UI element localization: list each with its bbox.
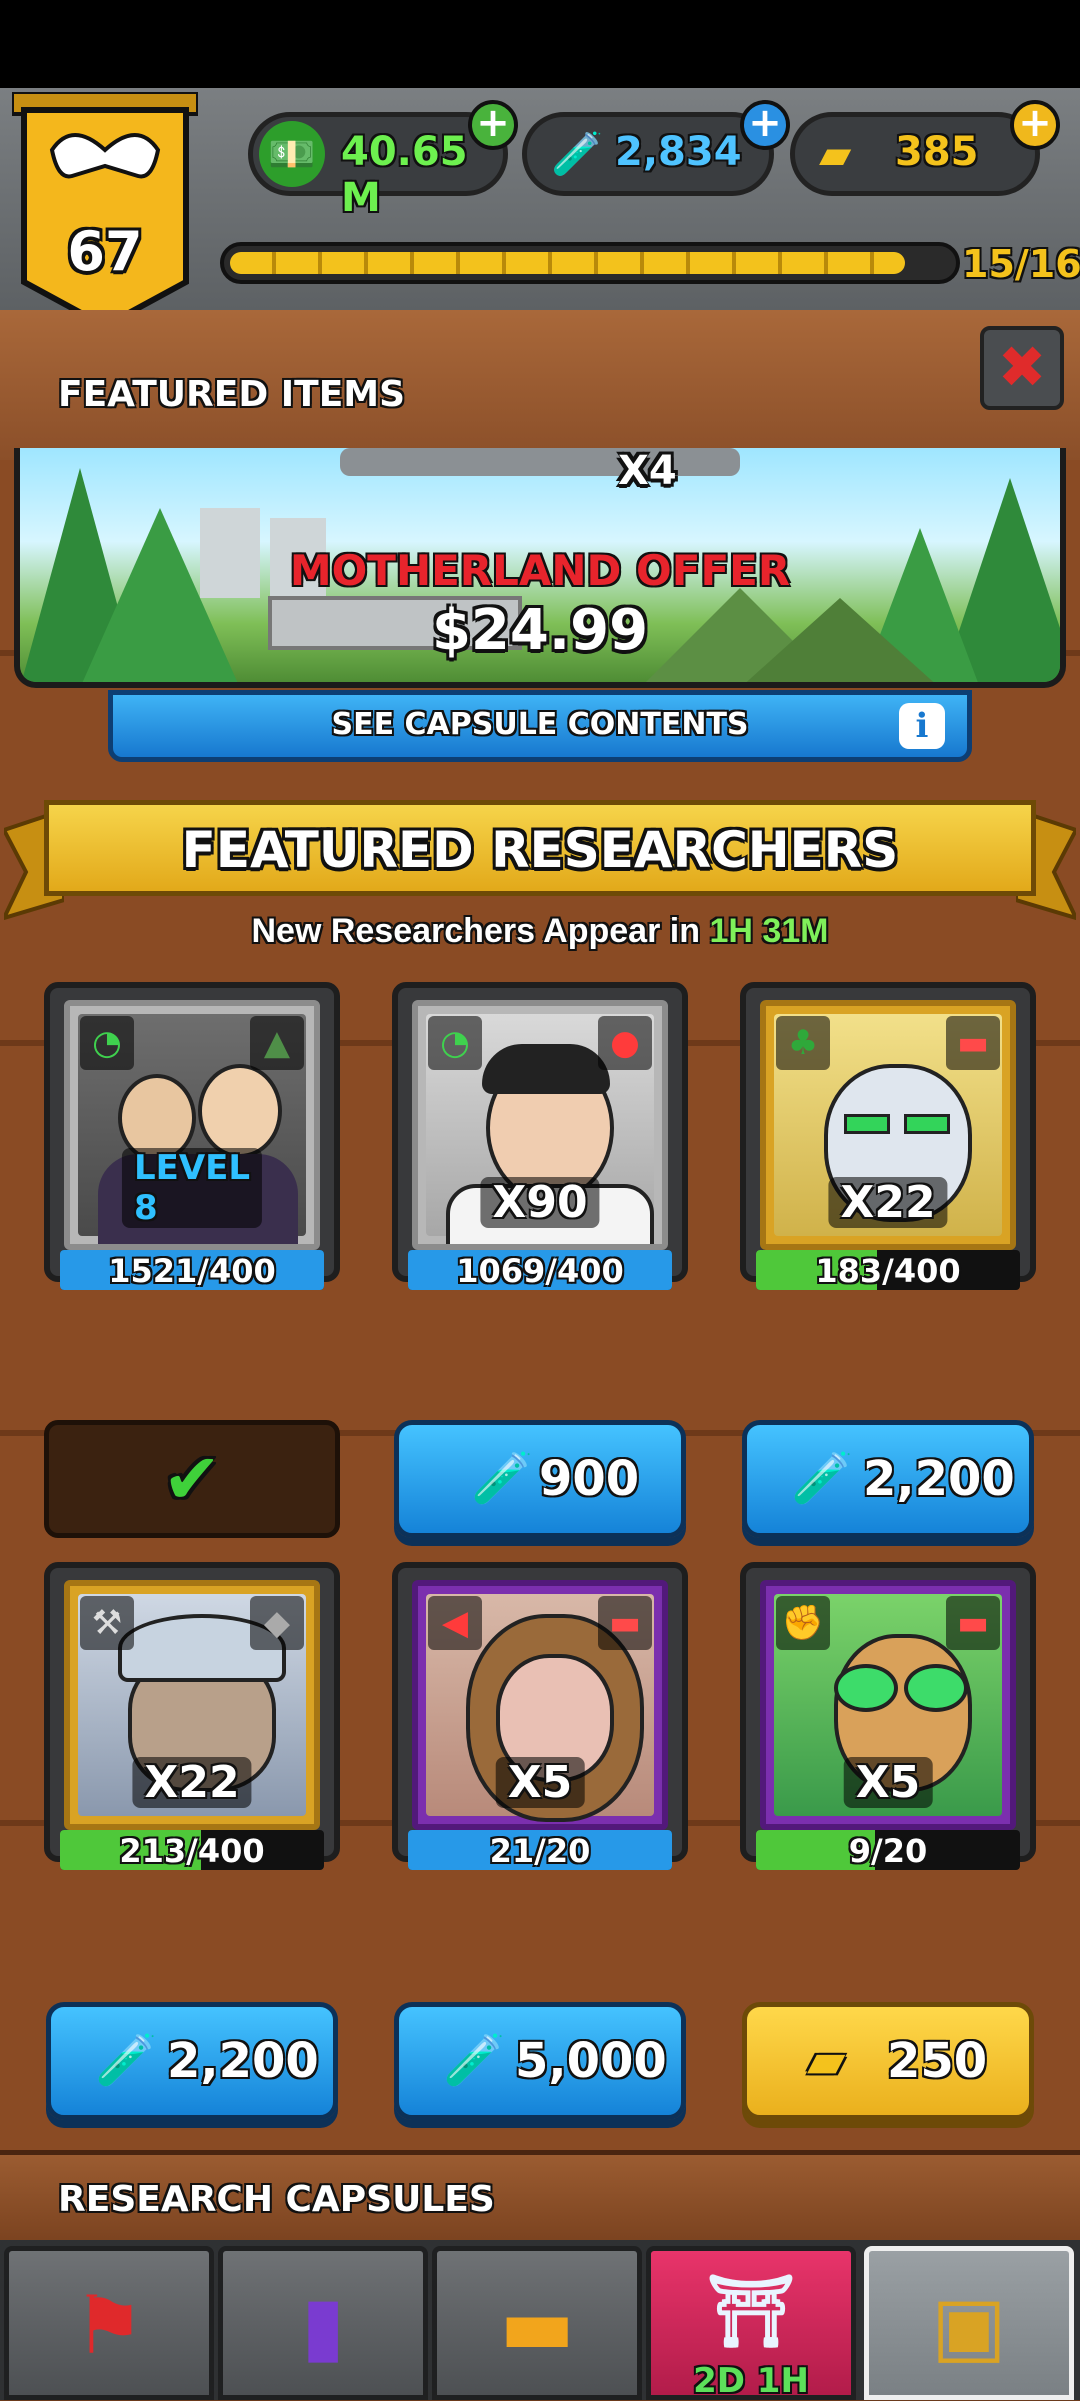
pill-icon: ▬ <box>946 1016 1000 1070</box>
add-cash-button[interactable]: + <box>468 100 518 150</box>
researcher-count: X5 <box>843 1757 933 1808</box>
nav-tab-files[interactable]: ▬ <box>432 2246 642 2400</box>
info-icon[interactable]: i <box>899 703 945 749</box>
gold-bar-icon: ▰ <box>807 2031 846 2089</box>
see-capsule-contents-label: SEE CAPSULE CONTENTS <box>331 707 749 742</box>
pill-icon: ▬ <box>598 1596 652 1650</box>
researcher-progress: 21/20 <box>489 1832 591 1870</box>
researcher-count: X22 <box>828 1177 948 1228</box>
flask-amount: 2,834 <box>615 129 742 175</box>
tent-icon: ▲ <box>250 1016 304 1070</box>
flask-icon: 🧪 <box>471 1449 534 1507</box>
ore-icon: ◆ <box>250 1596 304 1650</box>
researcher-progress: 1521/400 <box>108 1252 276 1290</box>
nav-tab-missions[interactable]: ⚑ <box>4 2246 214 2400</box>
researcher-count: X90 <box>480 1177 600 1228</box>
folder-icon: ▬ <box>499 2279 575 2372</box>
offer-price: $24.99 <box>431 598 649 663</box>
researcher-progress: 9/20 <box>848 1832 928 1870</box>
owned-indicator: ✔ <box>44 1420 340 1538</box>
researcher-level: LEVEL 8 <box>121 1148 263 1228</box>
researcher-count: X22 <box>132 1757 252 1808</box>
researcher-card-6[interactable]: ✊ ▬ X5 9/20 <box>740 1562 1036 1870</box>
researcher-card-4[interactable]: ⚒ ◆ X22 213/400 <box>44 1562 340 1870</box>
add-flask-button[interactable]: + <box>740 100 790 150</box>
pill-icon: ▬ <box>946 1596 1000 1650</box>
buy-price: 2,200 <box>167 2033 319 2089</box>
xp-progress-fill <box>230 252 905 274</box>
researchers-timer: New Researchers Appear in 1H 31M <box>0 912 1080 951</box>
flask-icon: 🧪 <box>443 2031 506 2089</box>
featured-researchers-ribbon: FEATURED RESEARCHERS <box>44 800 1036 896</box>
event-timer: 2D 1H <box>693 2361 809 2401</box>
flag-icon: ⚑ <box>73 2279 145 2372</box>
gold-bar-icon: ▰ <box>819 129 852 178</box>
checkmark-icon: ✔ <box>162 1438 222 1520</box>
speed-gauge-icon: ◔ <box>80 1016 134 1070</box>
xp-progress-bar <box>220 242 960 284</box>
flask-pill[interactable]: 🧪 2,834 <box>522 112 774 196</box>
hammer-icon: ⚒ <box>80 1596 134 1650</box>
gold-pill[interactable]: ▰ 385 <box>790 112 1040 196</box>
flask-icon: 🧪 <box>791 1449 854 1507</box>
close-icon: ✖ <box>997 333 1047 401</box>
bottom-navigation: ⚑ ▮ ▬ ⛩ 2D 1H ▣ <box>0 2240 1080 2401</box>
nav-tab-cards[interactable]: ▮ <box>218 2246 428 2400</box>
buy-researcher-button[interactable]: 🧪 5,000 <box>394 2002 686 2120</box>
buy-price: 5,000 <box>515 2033 667 2089</box>
researcher-card-5[interactable]: ◀ ▬ X5 21/20 <box>392 1562 688 1870</box>
player-level: 67 <box>67 220 143 283</box>
research-capsules-title: RESEARCH CAPSULES <box>58 2179 495 2220</box>
megaphone-icon: ◀ <box>428 1596 482 1650</box>
xp-progress-label: 15/16 <box>962 242 1080 286</box>
nav-tab-capsules[interactable]: ▣ <box>864 2246 1074 2400</box>
offer-name: MOTHERLAND OFFER <box>289 546 791 595</box>
shrine-globe-icon: ⛩ <box>706 2270 796 2352</box>
researcher-progress: 183/400 <box>815 1252 961 1290</box>
alarm-siren-icon: ● <box>598 1016 652 1070</box>
featured-items-title: FEATURED ITEMS <box>58 374 406 415</box>
featured-researchers-title: FEATURED RESEARCHERS <box>181 821 899 879</box>
flexed-arm-icon: ✊ <box>776 1596 830 1650</box>
buy-researcher-button[interactable]: 🧪 900 <box>394 1420 686 1538</box>
flask-icon: 🧪 <box>551 129 604 178</box>
research-capsules-header: RESEARCH CAPSULES <box>0 2150 1080 2245</box>
nav-tab-event[interactable]: ⛩ 2D 1H <box>646 2246 856 2401</box>
researcher-card-2[interactable]: ◔ ● X90 1069/400 <box>392 982 688 1290</box>
buy-researcher-button[interactable]: ▰ 250 <box>742 2002 1034 2120</box>
speed-gauge-icon: ◔ <box>428 1016 482 1070</box>
gold-amount: 385 <box>895 129 979 175</box>
cash-icon: 💵 <box>259 121 325 187</box>
close-button[interactable]: ✖ <box>980 326 1064 410</box>
researcher-progress: 213/400 <box>119 1832 265 1870</box>
player-level-banner[interactable] <box>12 92 198 330</box>
researcher-progress: 1069/400 <box>456 1252 624 1290</box>
buy-price: 900 <box>539 1451 640 1507</box>
researcher-count: X5 <box>495 1757 585 1808</box>
clover-icon: ♣ <box>776 1016 830 1070</box>
see-capsule-contents-button[interactable]: SEE CAPSULE CONTENTS i <box>108 690 972 762</box>
timer-prefix: New Researchers Appear in <box>251 912 700 950</box>
researcher-card-3[interactable]: ♣ ▬ X22 183/400 <box>740 982 1036 1290</box>
flask-icon: 🧪 <box>95 2031 158 2089</box>
status-bar <box>0 0 1080 88</box>
cards-icon: ▮ <box>300 2279 346 2372</box>
treasure-capsule-icon: ▣ <box>931 2279 1007 2372</box>
timer-value: 1H 31M <box>709 912 829 950</box>
buy-price: 250 <box>887 2033 988 2089</box>
motherland-offer-banner[interactable]: X4 MOTHERLAND OFFER $24.99 <box>14 448 1066 688</box>
offer-partial-count: X4 <box>618 448 677 494</box>
add-gold-button[interactable]: + <box>1010 100 1060 150</box>
buy-researcher-button[interactable]: 🧪 2,200 <box>742 1420 1034 1538</box>
researcher-card-1[interactable]: ◔ ▲ LEVEL 8 1521/400 <box>44 982 340 1290</box>
buy-price: 2,200 <box>863 1451 1015 1507</box>
buy-researcher-button[interactable]: 🧪 2,200 <box>46 2002 338 2120</box>
